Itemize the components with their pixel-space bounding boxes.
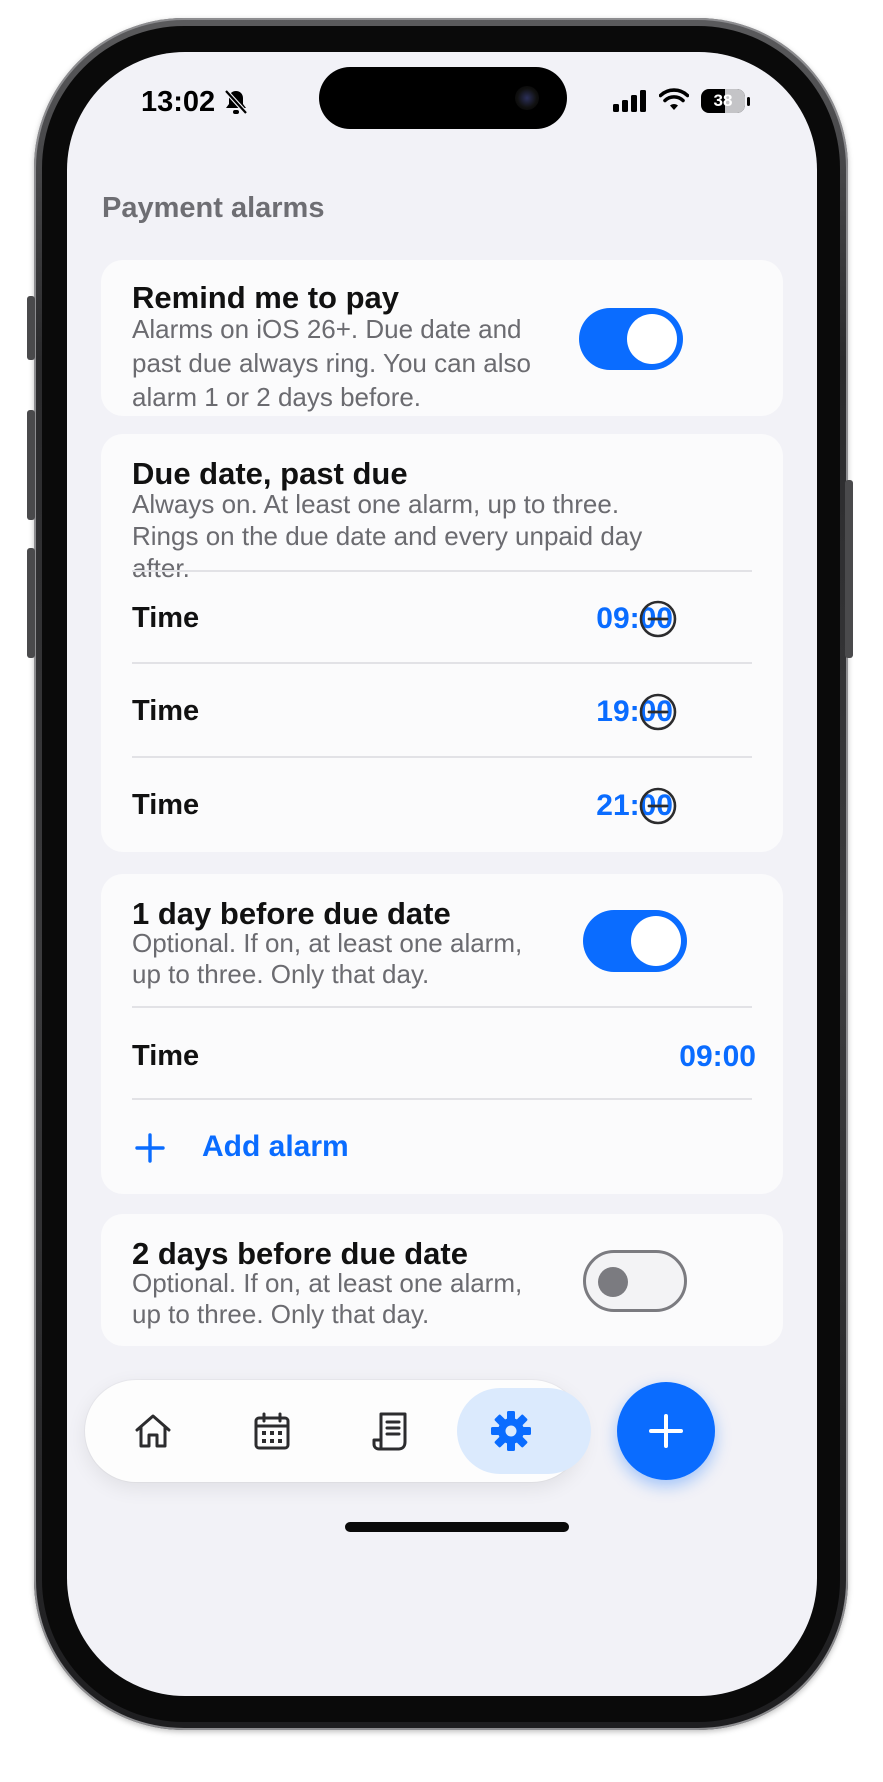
tab-bar — [85, 1380, 591, 1482]
time-value[interactable]: 09:00 — [679, 1040, 756, 1074]
remind-description: Alarms on iOS 26+. Due date and past due… — [132, 314, 531, 412]
divider — [132, 756, 752, 758]
time-row-label: Time — [132, 1040, 200, 1072]
one-day-title: 1 day before due date — [132, 896, 451, 931]
plus-icon — [135, 1133, 165, 1163]
camera-lens — [515, 86, 539, 110]
battery-icon: 38 — [701, 89, 751, 115]
add-alarm-button[interactable]: Add alarm — [132, 1126, 432, 1176]
one-day-card: 1 day before due date Optional. If on, a… — [101, 874, 783, 1194]
status-time: 13:02 — [141, 86, 216, 118]
tab-settings[interactable] — [457, 1380, 591, 1482]
toggle-knob — [631, 916, 681, 966]
remove-alarm-icon[interactable] — [638, 599, 678, 639]
calendar-icon — [254, 1412, 290, 1450]
bell-slash-icon — [224, 89, 248, 115]
plus-icon — [649, 1414, 683, 1448]
tab-calendar[interactable] — [226, 1380, 318, 1482]
two-day-toggle[interactable] — [583, 1250, 687, 1312]
remind-title: Remind me to pay — [132, 280, 399, 315]
home-indicator — [345, 1522, 569, 1532]
signal-icon — [613, 90, 646, 112]
action-button — [27, 296, 35, 360]
time-row-label: Time — [132, 695, 200, 727]
one-day-toggle[interactable] — [583, 910, 687, 972]
due-title: Due date, past due — [132, 456, 408, 491]
tab-home[interactable] — [107, 1380, 199, 1482]
volume-down-button — [27, 548, 35, 658]
add-fab-button[interactable] — [617, 1382, 715, 1480]
screen: 13:02 38 Payment alarms Remind me to pay… — [67, 52, 817, 1696]
wifi-icon — [659, 88, 689, 110]
gear-icon — [491, 1411, 531, 1451]
divider — [132, 1006, 752, 1008]
two-day-title: 2 days before due date — [132, 1236, 468, 1271]
home-icon — [135, 1414, 171, 1448]
toggle-knob — [627, 314, 677, 364]
tab-bills[interactable] — [345, 1380, 437, 1482]
divider — [132, 570, 752, 572]
divider — [132, 662, 752, 664]
due-card: Due date, past due Always on. At least o… — [101, 434, 783, 852]
remind-toggle[interactable] — [579, 308, 683, 370]
two-day-description: Optional. If on, at least one alarm, up … — [132, 1268, 523, 1329]
dynamic-island — [319, 67, 567, 129]
remove-alarm-icon[interactable] — [638, 692, 678, 732]
section-title: Payment alarms — [102, 192, 325, 224]
time-row-label: Time — [132, 602, 200, 634]
divider — [132, 1098, 752, 1100]
two-day-card: 2 days before due date Optional. If on, … — [101, 1214, 783, 1346]
receipt-icon — [372, 1412, 407, 1451]
one-day-description: Optional. If on, at least one alarm, up … — [132, 928, 523, 989]
remind-card: Remind me to pay Alarms on iOS 26+. Due … — [101, 260, 783, 416]
toggle-knob — [598, 1267, 628, 1297]
volume-up-button — [27, 410, 35, 520]
power-button — [845, 480, 853, 658]
remove-alarm-icon[interactable] — [638, 786, 678, 826]
time-row-label: Time — [132, 789, 200, 821]
add-alarm-label: Add alarm — [202, 1130, 349, 1163]
battery-level: 38 — [713, 91, 733, 110]
